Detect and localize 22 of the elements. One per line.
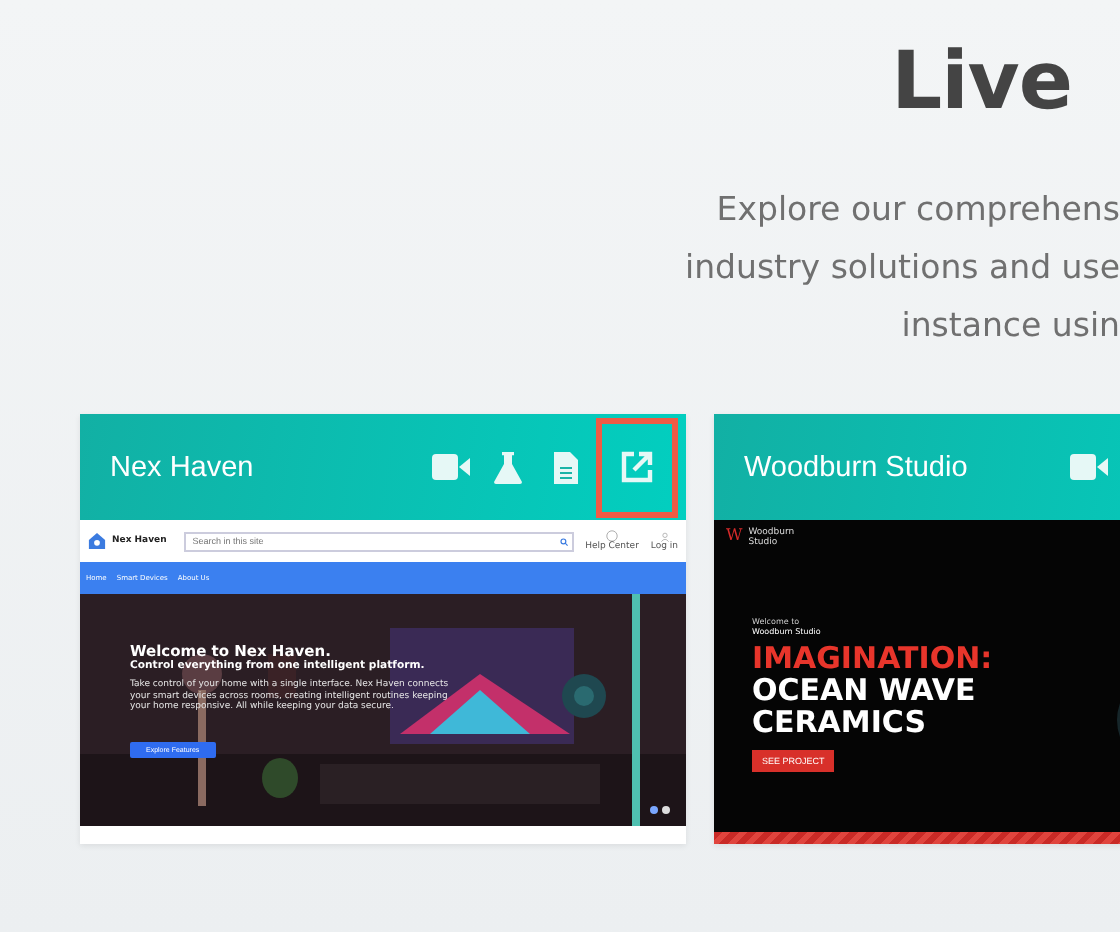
flask-icon	[494, 451, 523, 483]
house-logo-icon	[88, 532, 106, 550]
hero-heading: OCEAN WAVE	[752, 674, 976, 706]
page-title: Live	[891, 36, 1072, 128]
hero-heading: IMAGINATION:	[752, 642, 993, 674]
video-camera-icon	[431, 454, 470, 480]
hero-heading: CERAMICS	[752, 706, 927, 738]
video-camera-icon	[1069, 454, 1107, 480]
carousel-dot[interactable]	[662, 806, 670, 814]
open-link-button[interactable]	[595, 417, 679, 517]
search-icon	[559, 537, 568, 545]
external-link-icon	[619, 450, 654, 484]
intro-text-line: Explore our comprehens	[716, 188, 1120, 232]
document-icon	[554, 451, 579, 483]
help-icon	[606, 530, 618, 542]
card-title: Woodburn Studio	[744, 451, 968, 483]
intro-text-line: instance usin	[901, 304, 1120, 348]
studio-logo: W	[726, 528, 743, 544]
user-icon	[659, 531, 670, 541]
intro-text-line: industry solutions and use	[684, 246, 1120, 290]
carousel-dot[interactable]	[650, 806, 658, 814]
card-title: Nex Haven	[110, 451, 254, 483]
